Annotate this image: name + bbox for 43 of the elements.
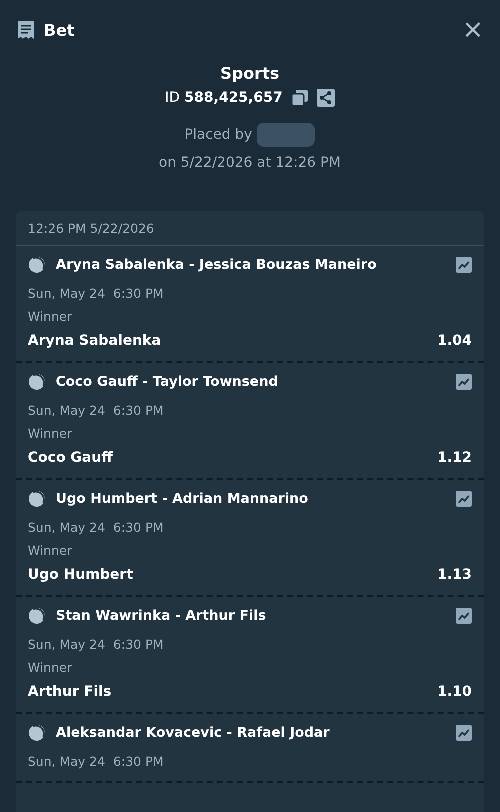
- tennis-ball-icon: [28, 724, 46, 742]
- stats-icon[interactable]: [456, 374, 472, 390]
- share-icon[interactable]: [316, 89, 335, 107]
- odds-value: 1.13: [437, 567, 472, 583]
- bet-id: ID 588,425,657: [165, 90, 283, 106]
- event-name: Aleksandar Kovacevic - Rafael Jodar: [56, 725, 330, 741]
- tennis-ball-icon: [28, 256, 46, 274]
- selection-name: Coco Gauff: [28, 450, 113, 466]
- event-time: Sun, May 24 6:30 PM: [28, 637, 165, 652]
- tennis-ball-icon: [28, 607, 46, 625]
- market-name: Winner: [28, 426, 74, 441]
- placed-date: on 5/22/2026 at 12:26 PM: [159, 155, 341, 171]
- event-time: Sun, May 24 6:30 PM: [28, 403, 165, 418]
- event-name: Aryna Sabalenka - Jessica Bouzas Maneiro: [56, 257, 377, 273]
- market-name: Winner: [28, 309, 74, 324]
- event-name: Ugo Humbert - Adrian Mannarino: [56, 491, 308, 507]
- bet-category: Sports: [220, 64, 280, 83]
- stats-icon[interactable]: [456, 725, 472, 741]
- close-button[interactable]: ×: [462, 20, 484, 40]
- selection-name: Arthur Fils: [28, 684, 112, 700]
- redacted-name: [257, 123, 316, 147]
- receipt-icon: [16, 20, 36, 40]
- stats-icon[interactable]: [456, 608, 472, 624]
- odds-value: 1.10: [437, 684, 472, 700]
- tennis-ball-icon: [28, 490, 46, 508]
- slip-timestamp: 12:26 PM 5/22/2026: [16, 211, 484, 246]
- tennis-ball-icon: [28, 373, 46, 391]
- market-name: Winner: [28, 543, 74, 558]
- placed-by-label: Placed by: [184, 127, 252, 143]
- odds-value: 1.12: [437, 450, 472, 466]
- selection-name: Aryna Sabalenka: [28, 333, 162, 349]
- event-name: Coco Gauff - Taylor Townsend: [56, 374, 278, 390]
- selection-name: Ugo Humbert: [28, 567, 134, 583]
- event-name: Stan Wawrinka - Arthur Fils: [56, 608, 266, 624]
- stats-icon[interactable]: [456, 257, 472, 273]
- odds-value: 1.04: [437, 333, 472, 349]
- stats-icon[interactable]: [456, 491, 472, 507]
- event-time: Sun, May 24 6:30 PM: [28, 754, 165, 769]
- event-time: Sun, May 24 6:30 PM: [28, 286, 165, 301]
- dialog-title: Bet: [44, 20, 75, 40]
- event-time: Sun, May 24 6:30 PM: [28, 520, 165, 535]
- copy-icon[interactable]: [290, 89, 309, 107]
- market-name: Winner: [28, 660, 74, 675]
